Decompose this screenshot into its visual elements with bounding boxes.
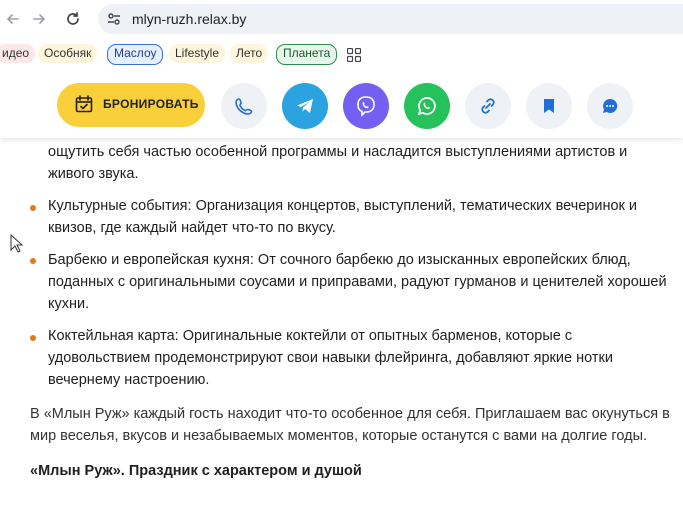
tag-video[interactable]: идео [0, 44, 36, 63]
arrow-right-icon [33, 14, 46, 24]
browser-toolbar: mlyn-ruzh.relax.by [0, 0, 683, 38]
apps-grid-icon[interactable] [347, 48, 361, 62]
viber-icon [357, 96, 375, 117]
phone-button[interactable] [221, 83, 267, 129]
tag-maslou[interactable]: Маслоу [107, 44, 164, 65]
tag-lifestyle[interactable]: Lifestyle [169, 44, 226, 63]
tag-planeta[interactable]: Планета [276, 44, 338, 65]
bullet-icon [30, 205, 36, 211]
chat-icon [603, 98, 618, 113]
site-settings-icon[interactable] [106, 11, 122, 27]
forward-button[interactable] [28, 8, 50, 30]
mouse-cursor-icon [10, 234, 24, 253]
whatsapp-button[interactable] [404, 83, 450, 129]
chat-button[interactable] [587, 83, 633, 129]
list-item: Культурные события: Организация концерто… [48, 198, 638, 236]
url-text[interactable]: mlyn-ruzh.relax.by [132, 11, 246, 27]
whatsapp-icon [417, 97, 436, 116]
closing-paragraph: В «Млын Руж» каждый гость находит что-то… [30, 406, 670, 444]
list-item-continuation: ощутить себя частью особенной программы … [48, 144, 628, 182]
bookmark-button[interactable] [526, 83, 572, 129]
telegram-button[interactable] [282, 83, 328, 129]
bullet-icon [30, 258, 36, 264]
telegram-icon [297, 99, 313, 113]
address-bar[interactable]: mlyn-ruzh.relax.by [98, 4, 683, 34]
phone-icon [235, 98, 253, 115]
arrow-left-icon [6, 14, 19, 24]
list-item: Коктейльная карта: Оригинальные коктейли… [48, 328, 613, 388]
reload-icon [67, 12, 79, 25]
tag-row: идео Особняк Маслоу Lifestyle Лето Плане… [0, 42, 683, 66]
back-button[interactable] [2, 8, 24, 30]
book-button-label: БРОНИРОВАТЬ [103, 97, 199, 111]
calendar-icon [75, 95, 93, 113]
list-item: Барбекю и европейская кухня: От сочного … [48, 252, 667, 312]
viber-button[interactable] [343, 83, 389, 129]
bullet-icon [30, 335, 36, 341]
tagline: «Млын Руж». Праздник с характером и душо… [30, 463, 362, 479]
bookmark-icon [544, 99, 554, 113]
contact-action-bar: БРОНИРОВАТЬ [0, 70, 683, 138]
reload-button[interactable] [62, 8, 84, 30]
link-button[interactable] [465, 83, 511, 129]
tag-leto[interactable]: Лето [230, 44, 269, 63]
link-icon [481, 98, 495, 114]
tag-osobnyak[interactable]: Особняк [38, 44, 98, 63]
book-button[interactable]: БРОНИРОВАТЬ [57, 83, 205, 127]
